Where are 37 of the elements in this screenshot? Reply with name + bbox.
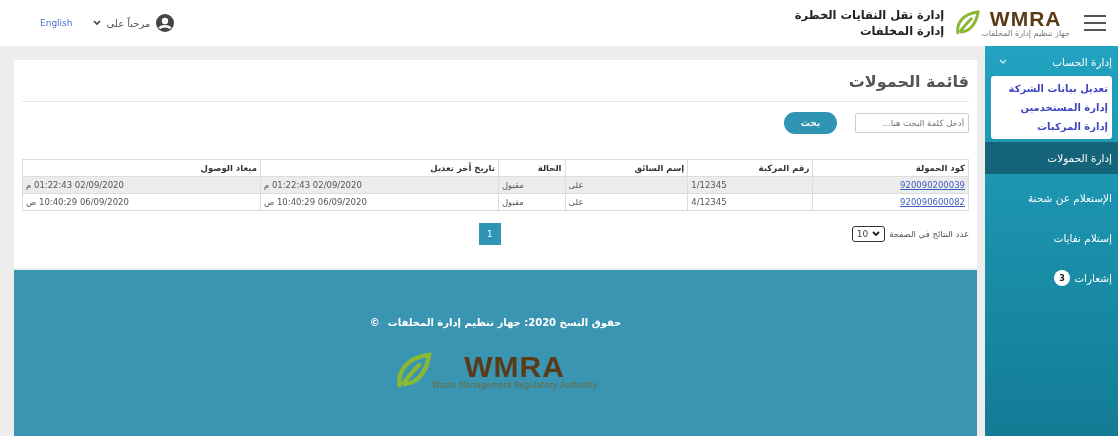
sidebar-section-header[interactable]: إدارة الحساب	[985, 52, 1118, 76]
footer-logo: WMRA Waste Management Regulatory Authority	[393, 352, 598, 390]
page-size-label: عدد النتائج في الصفحة	[889, 229, 969, 239]
search-button[interactable]: بحث	[784, 112, 837, 134]
page-size-select[interactable]: 10	[851, 226, 886, 242]
language-link[interactable]: English	[40, 18, 73, 28]
user-avatar-icon	[156, 14, 175, 32]
sidebar-item[interactable]: الإستعلام عن شحنة	[985, 182, 1118, 214]
table-cell: 06/09/2020 10:40:29 ص	[260, 193, 499, 211]
column-header: الحالة	[498, 159, 565, 177]
menu-icon[interactable]	[1084, 14, 1106, 32]
sidebar-item[interactable]: إدارة الحمولات	[985, 142, 1118, 174]
notification-badge: 3	[1054, 270, 1071, 286]
column-header: رقم المركبة	[687, 159, 813, 177]
submenu-item[interactable]: تعديل بيانات الشركة	[995, 79, 1108, 98]
column-header: تاريخ أخر تعديل	[260, 159, 499, 177]
page-button[interactable]: 1	[478, 223, 501, 245]
table-cell: مقبول	[498, 193, 565, 211]
column-header: إسم السائق	[565, 159, 688, 177]
column-header: كود الحمولة	[812, 159, 969, 177]
app-title: إدارة نقل النفايات الخطرة	[794, 7, 945, 23]
copyright-text: حقوق النسخ 2020: جهاز تنظيم إدارة المخلفات	[387, 317, 622, 328]
user-menu[interactable]: مرحباً على	[106, 17, 151, 29]
caret-icon[interactable]	[92, 20, 101, 26]
copyright-symbol: ©	[369, 317, 380, 328]
submenu-item[interactable]: إدارة المستخدمين	[995, 98, 1108, 117]
app-subtitle: إدارة المخلفات	[859, 23, 945, 39]
sidebar-item-label[interactable]: إشعارات	[1074, 272, 1112, 284]
sidebar-item[interactable]: إستلام نفايات	[985, 222, 1118, 254]
table-cell: 4/12345	[687, 193, 813, 211]
page-title: قائمة الحمولات	[22, 68, 969, 102]
table-cell: على	[565, 193, 688, 211]
table-cell: 06/09/2020 10:40:29 ص	[22, 193, 261, 211]
caret-icon	[872, 231, 881, 237]
column-header: ميعاد الوصول	[22, 159, 261, 177]
submenu-item[interactable]: إدارة المركبات	[995, 117, 1108, 136]
search-field[interactable]: أدخل كلمة البحث هنا...	[855, 113, 969, 133]
